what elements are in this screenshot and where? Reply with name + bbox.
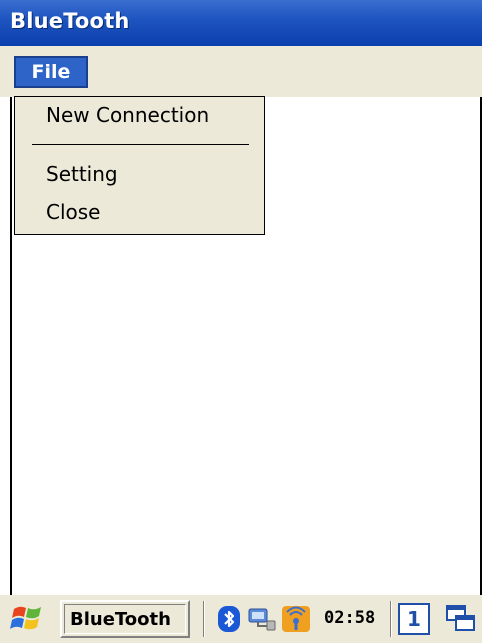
window-left-edge (0, 97, 14, 595)
network-icon[interactable] (247, 605, 277, 633)
menu-item-setting[interactable]: Setting (46, 162, 118, 186)
taskbar-divider (390, 601, 392, 637)
taskbar-divider (203, 601, 205, 637)
title-bar: BlueTooth (0, 0, 482, 46)
bluetooth-icon[interactable] (216, 605, 242, 633)
taskbar: BlueTooth 02:58 1 (0, 595, 482, 643)
menu-item-close[interactable]: Close (46, 200, 100, 224)
wireless-icon[interactable] (281, 605, 311, 633)
windows-switch-icon[interactable] (444, 603, 478, 635)
file-dropdown-menu: New Connection Setting Close (14, 96, 265, 235)
file-menu[interactable]: File (14, 56, 88, 88)
menu-item-new-connection[interactable]: New Connection (46, 103, 209, 127)
clock[interactable]: 02:58 (324, 608, 375, 628)
windows-flag-icon[interactable] (10, 603, 46, 635)
menu-separator (32, 144, 249, 145)
taskbar-app-button[interactable]: BlueTooth (60, 600, 190, 638)
input-indicator[interactable]: 1 (398, 603, 430, 635)
taskbar-app-label: BlueTooth (70, 608, 171, 630)
menu-bar: File (0, 46, 482, 97)
window-title: BlueTooth (10, 9, 130, 33)
